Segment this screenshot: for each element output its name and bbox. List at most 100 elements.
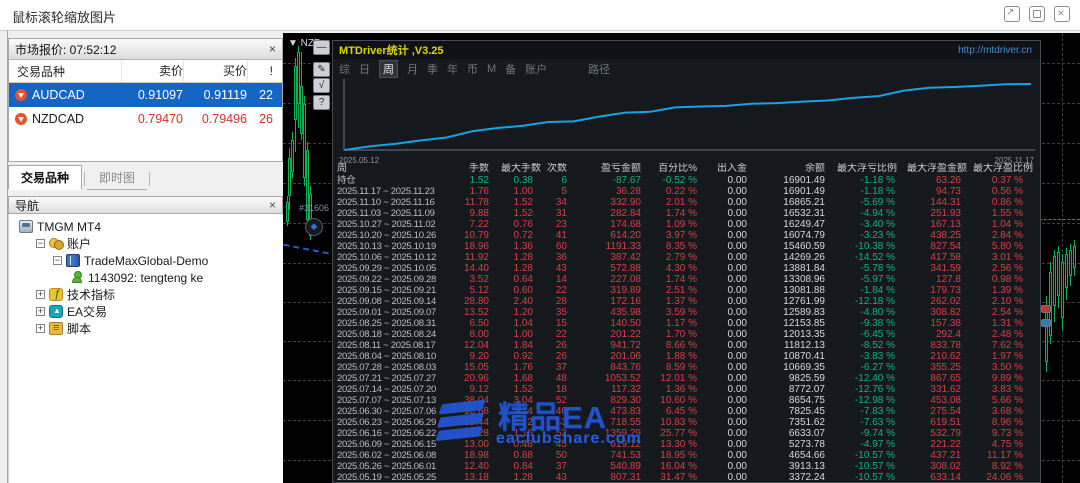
stats-row: 2025.08.25 ~ 2025.08.316.501.0415140.501… (337, 318, 1038, 329)
stats-header-cell: 盈亏金额 (579, 163, 653, 175)
popout-icon[interactable] (1004, 6, 1020, 22)
plus-expander-icon[interactable]: + (36, 307, 45, 316)
stats-cell: 0.00 (709, 219, 759, 230)
panel-side-button-0[interactable]: — (313, 40, 330, 55)
equity-curve (337, 77, 1038, 153)
stats-cell: 13081.88 (759, 285, 837, 296)
stats-cell: 1.04 % (973, 219, 1035, 230)
stats-cell: 282.84 (579, 208, 653, 219)
stats-cell: 8772.07 (759, 384, 837, 395)
navigator-close-icon[interactable]: × (269, 199, 276, 211)
stats-row: 2025.08.04 ~ 2025.08.109.200.9226201.061… (337, 351, 1038, 362)
stats-cell: 2025.09.22 ~ 2025.09.28 (337, 274, 455, 285)
market-col-3[interactable]: ! (247, 60, 277, 82)
stats-cell: 8.59 % (653, 362, 709, 373)
chart-marker-icon[interactable]: ◆ (305, 218, 323, 236)
tree-item-label: 1143092: tengteng ke (88, 271, 203, 285)
sidebar-tree-item[interactable]: − 账户 (9, 235, 283, 252)
stats-cell: 15.05 (455, 362, 501, 373)
minus-expander-icon[interactable]: − (53, 256, 62, 265)
mtdriver-tab-季[interactable]: 季 (427, 61, 438, 77)
market-col-1[interactable]: 卖价 (121, 60, 183, 82)
stats-cell: 9.73 % (973, 428, 1035, 439)
mtdriver-tab-M[interactable]: M (487, 63, 496, 75)
market-col-0[interactable]: 交易品种 (9, 63, 121, 80)
stats-cell: -6.45 % (837, 329, 907, 340)
stats-cell: 6 (545, 175, 579, 186)
sidebar-tree-item[interactable]: + 技术指标 (9, 286, 283, 303)
panel-side-button-2[interactable]: √ (313, 78, 330, 93)
market-row-NZDCAD[interactable]: NZDCAD0.794700.7949626 (9, 107, 282, 131)
stats-cell: 0.00 (709, 186, 759, 197)
stats-cell: 0.00 (709, 362, 759, 373)
stats-cell: 1.28 (501, 472, 545, 483)
mtdriver-tab-日[interactable]: 日 (359, 61, 370, 77)
stats-cell: 2025.05.19 ~ 2025.05.25 (337, 472, 455, 483)
stats-row: 2025.11.17 ~ 2025.11.231.761.00536.280.2… (337, 186, 1038, 197)
stats-cell: 0.00 (709, 428, 759, 439)
stats-row: 2025.07.14 ~ 2025.07.209.121.5218117.321… (337, 384, 1038, 395)
watermark-subtitle: eaclubshare.com (496, 430, 642, 448)
sidebar-tree-item[interactable]: +脚本 (9, 320, 283, 337)
mtdriver-tab-路径[interactable]: 路径 (588, 61, 610, 77)
minus-expander-icon[interactable]: − (36, 239, 45, 248)
tree-item-label: 技术指标 (67, 286, 115, 303)
window-title: 鼠标滚轮缩放图片 (12, 7, 116, 26)
stats-header-row: 周手数最大手数次数盈亏金额百分比%出入金余额最大浮亏比例最大浮盈金额最大浮盈比例 (337, 163, 1038, 175)
plus-expander-icon[interactable]: + (36, 290, 45, 299)
tree-item-label: 账户 (67, 235, 91, 252)
candle-body (291, 140, 294, 172)
stats-cell: 435.98 (579, 307, 653, 318)
stats-cell: 26 (545, 340, 579, 351)
stats-cell: 16865.21 (759, 197, 837, 208)
stats-cell: 2025.10.06 ~ 2025.10.12 (337, 252, 455, 263)
sidebar-tree-item[interactable]: 1143092: tengteng ke (9, 269, 283, 286)
close-icon[interactable] (1054, 6, 1070, 22)
stats-cell: 持仓 (337, 175, 455, 186)
stats-cell: 1.52 (501, 208, 545, 219)
stats-cell: 0.38 (501, 175, 545, 186)
sidebar-tree-item[interactable]: −TradeMaxGlobal-Demo (9, 252, 283, 269)
stats-cell: 179.73 (907, 285, 973, 296)
mtdriver-tab-周[interactable]: 周 (379, 60, 398, 78)
sidebar-tree-item[interactable]: TMGM MT4 (9, 218, 283, 235)
mtdriver-tab-综[interactable]: 综 (339, 61, 350, 77)
stats-cell: 453.08 (907, 395, 973, 406)
mtdriver-tab-月[interactable]: 月 (407, 61, 418, 77)
window-controls (1004, 6, 1070, 22)
stats-cell: 9.20 (455, 351, 501, 362)
tab-tick-chart[interactable]: 即时图 (87, 166, 147, 190)
stats-cell: 14.40 (455, 263, 501, 274)
maximize-icon[interactable] (1029, 6, 1045, 22)
sidebar-tree-item[interactable]: +EA交易 (9, 303, 283, 320)
panel-side-button-3[interactable]: ? (313, 95, 330, 110)
mtdriver-tab-币[interactable]: 币 (467, 61, 478, 77)
market-watch-title: 市场报价: 07:52:12 (15, 41, 116, 58)
stats-cell: 355.25 (907, 362, 973, 373)
stats-cell: 31.47 % (653, 472, 709, 483)
panel-side-button-1[interactable]: ✎ (313, 62, 330, 77)
stats-cell: 308.02 (907, 461, 973, 472)
candle-body (1061, 262, 1064, 318)
stats-cell: 0.37 % (973, 175, 1035, 186)
plus-expander-icon[interactable]: + (36, 324, 45, 333)
market-col-2[interactable]: 买价 (183, 60, 247, 82)
navigator-title: 导航 (15, 197, 39, 214)
stats-cell: 3913.13 (759, 461, 837, 472)
market-row-AUDCAD[interactable]: AUDCAD0.910970.9111922 (9, 83, 282, 107)
stats-cell: 172.16 (579, 296, 653, 307)
market-watch-close-icon[interactable]: × (269, 42, 276, 56)
mtdriver-titlebar: MTDriver统计 ,V3.25 http://mtdriver.cn (333, 41, 1040, 59)
stats-cell: 9.89 % (973, 373, 1035, 384)
stats-cell: -5.78 % (837, 263, 907, 274)
stats-cell: 14 (545, 274, 579, 285)
market-watch-header[interactable]: 市场报价: 07:52:12 × (9, 39, 282, 60)
mtdriver-tab-备[interactable]: 备 (505, 61, 516, 77)
tab-symbols[interactable]: 交易品种 (8, 165, 82, 190)
mtdriver-tab-年[interactable]: 年 (447, 61, 458, 77)
navigator-header[interactable]: 导航 × (8, 196, 283, 214)
mtdriver-link[interactable]: http://mtdriver.cn (958, 45, 1032, 56)
mtdriver-tab-账户[interactable]: 账户 (525, 61, 547, 77)
stats-cell: 63.26 (907, 175, 973, 186)
stats-cell: -12.76 % (837, 384, 907, 395)
